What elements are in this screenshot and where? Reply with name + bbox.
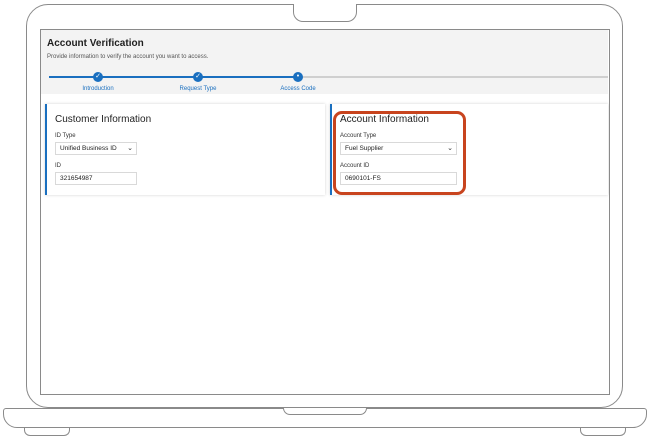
page-subtitle: Provide information to verify the accoun…: [47, 54, 209, 60]
laptop-screen: Account Verification Provide information…: [40, 29, 610, 395]
progress-fill: [49, 76, 301, 78]
chevron-down-icon: ⌄: [127, 145, 133, 152]
app-window: Account Verification Provide information…: [41, 30, 608, 393]
step-introduction-label[interactable]: Introduction: [82, 86, 113, 92]
step-request-type-check-icon: ✓: [193, 72, 203, 82]
id-type-value: Unified Business ID: [60, 145, 117, 152]
step-introduction-check-icon: ✓: [93, 72, 103, 82]
id-input[interactable]: 321654987: [55, 172, 137, 185]
laptop-foot-right: [580, 428, 626, 436]
id-type-select[interactable]: Unified Business ID ⌄: [55, 142, 137, 155]
camera-notch: [293, 4, 357, 22]
laptop-foot-left: [24, 428, 70, 436]
customer-information-card: Customer Information ID Type Unified Bus…: [45, 104, 325, 195]
step-access-code-label[interactable]: Access Code: [280, 86, 315, 92]
step-access-code-dot-icon: •: [293, 72, 303, 82]
account-information-highlight: [333, 111, 466, 195]
trackpad-notch: [283, 408, 367, 415]
id-value: 321654987: [60, 175, 93, 182]
id-label: ID: [55, 163, 61, 169]
page-header: Account Verification Provide information…: [41, 30, 608, 94]
id-type-label: ID Type: [55, 133, 76, 139]
page-title: Account Verification: [47, 38, 144, 49]
customer-card-title: Customer Information: [55, 114, 152, 125]
step-request-type-label[interactable]: Request Type: [180, 86, 217, 92]
